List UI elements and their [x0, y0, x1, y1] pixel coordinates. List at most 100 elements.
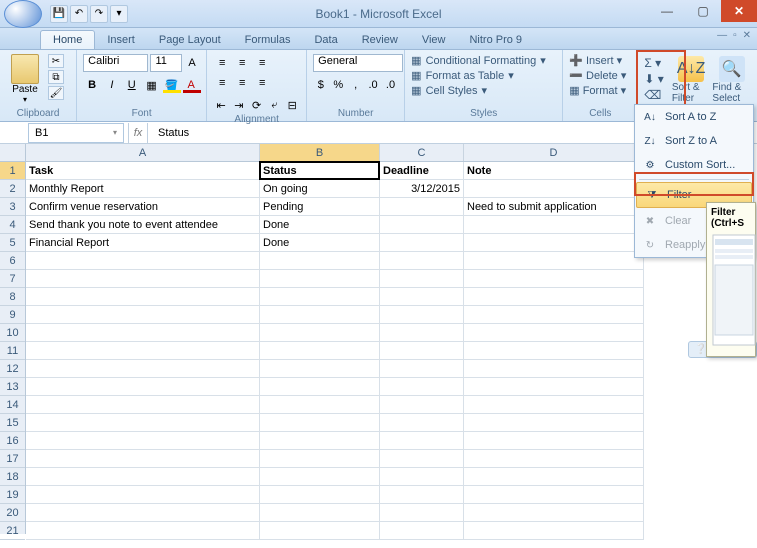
row-header-19[interactable]: 19 — [0, 486, 25, 504]
tab-view[interactable]: View — [410, 31, 458, 49]
decrease-decimal-icon[interactable]: .0 — [383, 76, 398, 94]
cell-D6[interactable] — [464, 252, 644, 269]
col-header-C[interactable]: C — [380, 144, 464, 161]
cell-A3[interactable]: Confirm venue reservation — [26, 198, 260, 215]
tab-formulas[interactable]: Formulas — [233, 31, 303, 49]
row-header-17[interactable]: 17 — [0, 450, 25, 468]
undo-icon[interactable]: ↶ — [70, 5, 88, 23]
cell-B10[interactable] — [260, 324, 380, 341]
cell-D14[interactable] — [464, 396, 644, 413]
font-name-select[interactable]: Calibri — [83, 54, 148, 72]
grow-font-icon[interactable]: A — [184, 54, 200, 72]
row-header-5[interactable]: 5 — [0, 234, 25, 252]
cell-A15[interactable] — [26, 414, 260, 431]
cell-D8[interactable] — [464, 288, 644, 305]
tab-data[interactable]: Data — [302, 31, 349, 49]
menu-sort-az[interactable]: A↓Sort A to Z — [635, 105, 753, 129]
cell-B16[interactable] — [260, 432, 380, 449]
minimize-button[interactable]: — — [649, 0, 685, 22]
cell-B5[interactable]: Done — [260, 234, 380, 251]
cell-D20[interactable] — [464, 504, 644, 521]
cell-grid[interactable]: Task Status Deadline Note Monthly Report… — [26, 162, 644, 534]
cut-icon[interactable]: ✂ — [48, 54, 64, 68]
cell-B18[interactable] — [260, 468, 380, 485]
cell-C6[interactable] — [380, 252, 464, 269]
cell-A10[interactable] — [26, 324, 260, 341]
delete-cells-button[interactable]: ➖ Delete ▾ — [569, 69, 631, 82]
format-cells-button[interactable]: ▦ Format ▾ — [569, 84, 631, 97]
qat-customize-icon[interactable]: ▾ — [110, 5, 128, 23]
align-left-icon[interactable]: ≡ — [213, 74, 231, 92]
underline-button[interactable]: U — [123, 76, 141, 94]
align-middle-icon[interactable]: ≡ — [233, 54, 251, 72]
cell-D21[interactable] — [464, 522, 644, 539]
font-size-select[interactable]: 11 — [150, 54, 181, 72]
cell-B14[interactable] — [260, 396, 380, 413]
cell-styles-button[interactable]: ▦Cell Styles ▾ — [411, 84, 556, 97]
name-box[interactable]: B1▾ — [28, 123, 124, 143]
conditional-formatting-button[interactable]: ▦Conditional Formatting ▾ — [411, 54, 556, 67]
cell-A20[interactable] — [26, 504, 260, 521]
cell-B13[interactable] — [260, 378, 380, 395]
cell-A18[interactable] — [26, 468, 260, 485]
cell-D19[interactable] — [464, 486, 644, 503]
cell-C9[interactable] — [380, 306, 464, 323]
cell-B15[interactable] — [260, 414, 380, 431]
comma-icon[interactable]: , — [348, 76, 363, 94]
col-header-A[interactable]: A — [26, 144, 260, 161]
cell-C11[interactable] — [380, 342, 464, 359]
cell-A8[interactable] — [26, 288, 260, 305]
cell-A11[interactable] — [26, 342, 260, 359]
restore-window-icon[interactable]: ▫ — [733, 30, 737, 41]
format-as-table-button[interactable]: ▦Format as Table ▾ — [411, 69, 556, 82]
row-header-1[interactable]: 1 — [0, 162, 25, 180]
row-header-18[interactable]: 18 — [0, 468, 25, 486]
cell-B20[interactable] — [260, 504, 380, 521]
cell-A16[interactable] — [26, 432, 260, 449]
select-all-corner[interactable] — [0, 144, 26, 162]
cell-A19[interactable] — [26, 486, 260, 503]
cell-B21[interactable] — [260, 522, 380, 539]
format-painter-icon[interactable]: 🖌 — [48, 86, 64, 100]
percent-icon[interactable]: % — [331, 76, 346, 94]
cell-B7[interactable] — [260, 270, 380, 287]
tab-home[interactable]: Home — [40, 30, 95, 49]
cell-A13[interactable] — [26, 378, 260, 395]
cell-D10[interactable] — [464, 324, 644, 341]
cell-C7[interactable] — [380, 270, 464, 287]
col-header-B[interactable]: B — [260, 144, 380, 161]
close-workbook-icon[interactable]: ✕ — [743, 30, 751, 41]
cell-B3[interactable]: Pending — [260, 198, 380, 215]
save-icon[interactable]: 💾 — [50, 5, 68, 23]
increase-indent-icon[interactable]: ⇥ — [231, 96, 247, 114]
cell-C4[interactable] — [380, 216, 464, 233]
cell-C5[interactable] — [380, 234, 464, 251]
cell-D1[interactable]: Note — [464, 162, 644, 179]
cell-D13[interactable] — [464, 378, 644, 395]
row-header-12[interactable]: 12 — [0, 360, 25, 378]
row-header-2[interactable]: 2 — [0, 180, 25, 198]
tab-review[interactable]: Review — [350, 31, 410, 49]
align-bottom-icon[interactable]: ≡ — [253, 54, 271, 72]
tab-nitro[interactable]: Nitro Pro 9 — [457, 31, 534, 49]
cell-D15[interactable] — [464, 414, 644, 431]
cell-A1[interactable]: Task — [26, 162, 260, 179]
cell-A4[interactable]: Send thank you note to event attendee — [26, 216, 260, 233]
align-right-icon[interactable]: ≡ — [253, 74, 271, 92]
paste-button[interactable]: Paste ▾ — [6, 54, 44, 108]
italic-button[interactable]: I — [103, 76, 121, 94]
redo-icon[interactable]: ↷ — [90, 5, 108, 23]
cell-D5[interactable] — [464, 234, 644, 251]
cell-C16[interactable] — [380, 432, 464, 449]
cell-B17[interactable] — [260, 450, 380, 467]
cell-D3[interactable]: Need to submit application — [464, 198, 644, 215]
row-header-10[interactable]: 10 — [0, 324, 25, 342]
cell-A6[interactable] — [26, 252, 260, 269]
decrease-indent-icon[interactable]: ⇤ — [213, 96, 229, 114]
bold-button[interactable]: B — [83, 76, 101, 94]
wrap-text-icon[interactable]: ⤶ — [267, 96, 283, 114]
close-button[interactable]: ✕ — [721, 0, 757, 22]
fill-color-button[interactable]: 🪣 — [162, 76, 180, 94]
cell-A14[interactable] — [26, 396, 260, 413]
office-button[interactable] — [4, 0, 42, 28]
